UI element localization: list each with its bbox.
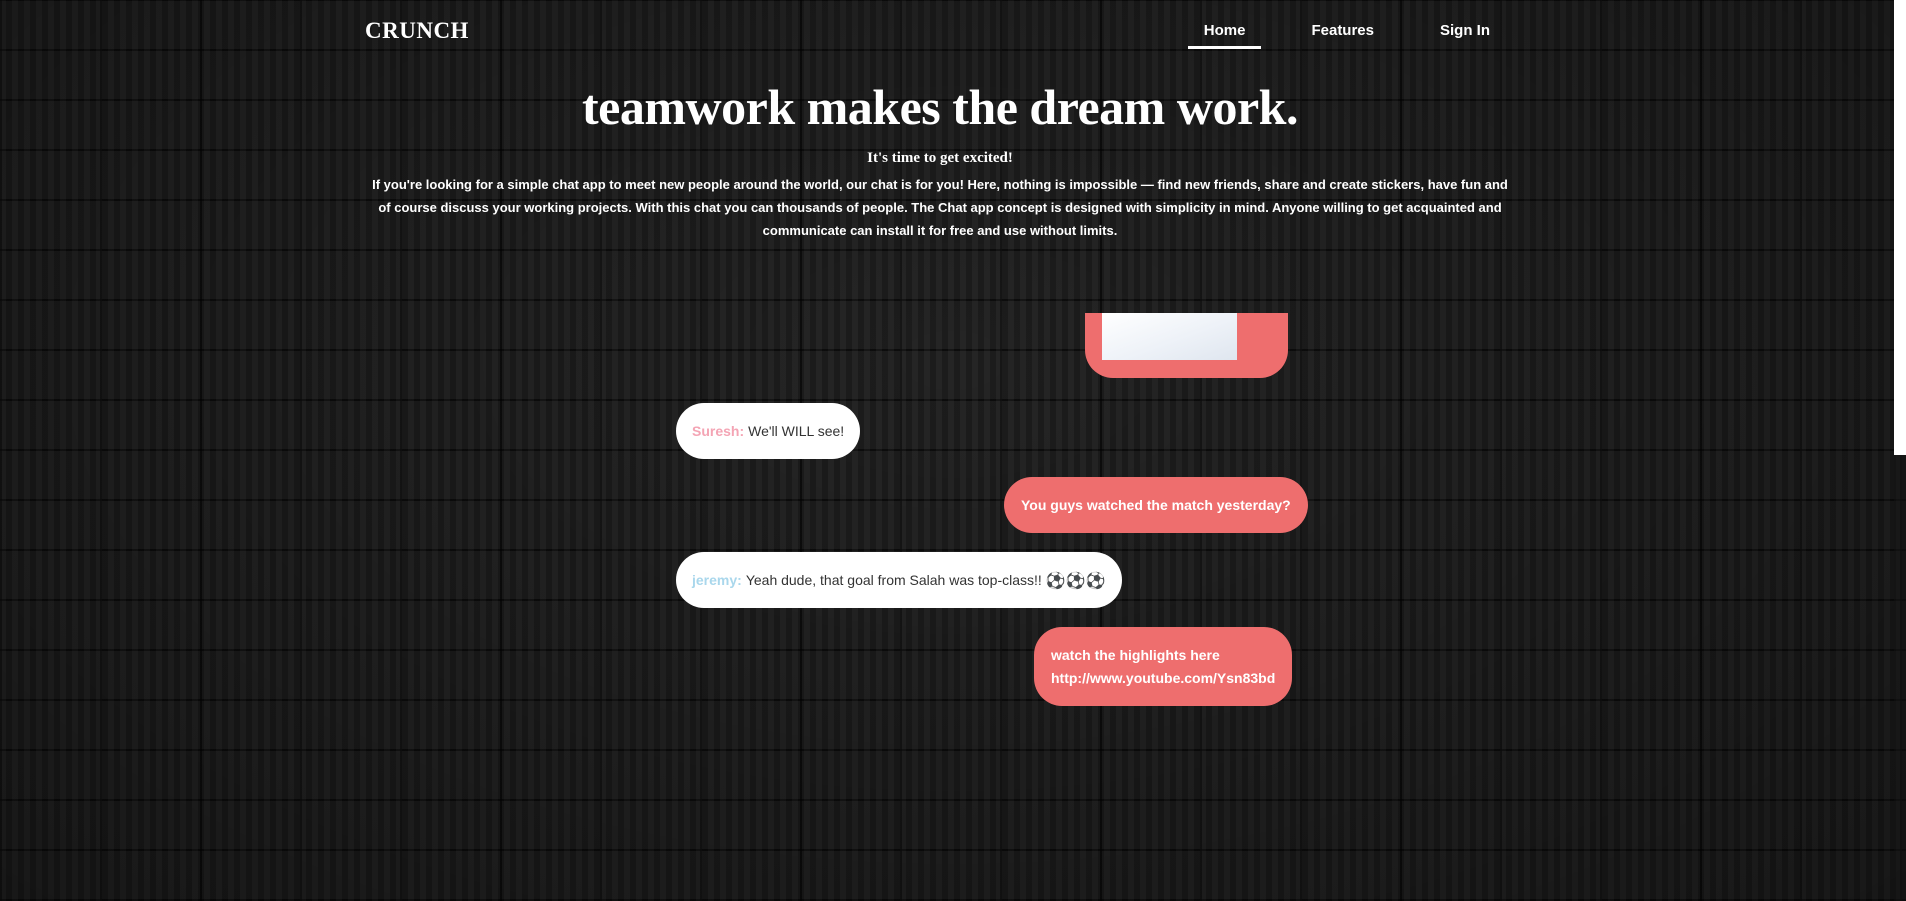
scrollbar-thumb[interactable] <box>1894 0 1906 455</box>
nav-features[interactable]: Features <box>1295 20 1390 49</box>
soccer-ball-icon: ⚽⚽⚽ <box>1045 570 1106 590</box>
message-link[interactable]: http://www.youtube.com/Ysn83bd <box>1051 667 1275 690</box>
hero-subtitle: It's time to get excited! <box>867 150 1013 166</box>
sent-image-message[interactable] <box>1085 313 1288 378</box>
nav-home[interactable]: Home <box>1187 20 1262 49</box>
sender-name: jeremy: <box>692 572 742 588</box>
received-message: Suresh: We'll WILL see! <box>676 403 861 459</box>
hero-title: teamwork makes the dream work. <box>582 79 1298 135</box>
shared-image[interactable] <box>1102 313 1237 360</box>
received-message: jeremy: Yeah dude, that goal from Salah … <box>676 552 1122 608</box>
main-nav: Home Features Sign In <box>1154 20 1506 49</box>
sender-name: Suresh: <box>692 423 745 439</box>
message-text: watch the highlights here <box>1051 646 1220 663</box>
nav-sign-in[interactable]: Sign In <box>1424 20 1506 49</box>
page-scrollbar[interactable] <box>1894 0 1906 901</box>
message-text: We'll WILL see! <box>748 423 845 439</box>
sent-message: You guys watched the match yesterday? <box>1004 477 1308 533</box>
hero-description: If you're looking for a simple chat app … <box>372 177 1508 238</box>
message-text: You guys watched the match yesterday? <box>1021 497 1291 513</box>
message-text: Yeah dude, that goal from Salah was top-… <box>745 572 1042 588</box>
sent-message: watch the highlights here http://www.you… <box>1034 627 1293 706</box>
brand-logo[interactable]: CRUNCH <box>365 18 469 44</box>
